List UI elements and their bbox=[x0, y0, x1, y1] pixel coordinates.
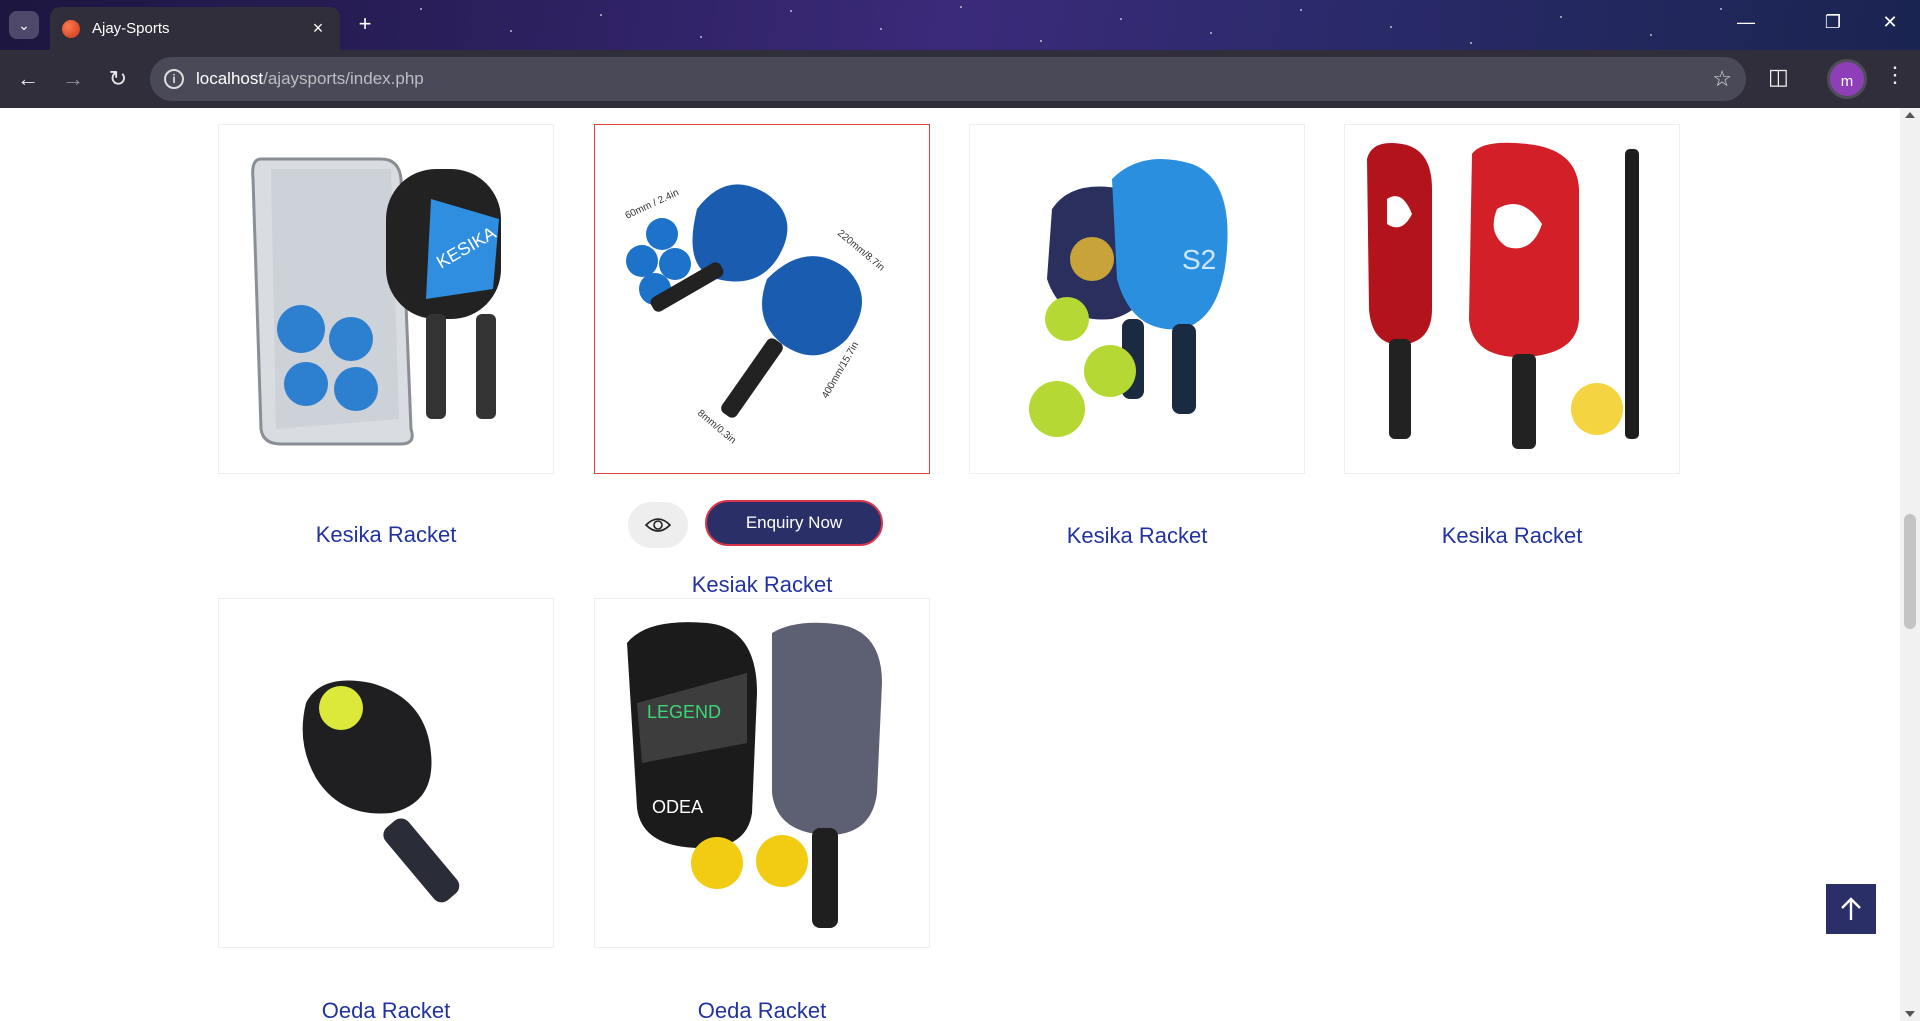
browser-tab-active[interactable]: Ajay-Sports × bbox=[50, 7, 340, 50]
svg-text:60mm / 2.4in: 60mm / 2.4in bbox=[624, 187, 681, 221]
scroll-down-arrow-icon[interactable] bbox=[1905, 1011, 1915, 1017]
minimize-icon: — bbox=[1737, 12, 1755, 32]
restore-button[interactable]: ❐ bbox=[1813, 12, 1853, 33]
reload-icon: ↻ bbox=[108, 66, 128, 91]
kesika-racket-set-image: KESIKA bbox=[251, 157, 501, 446]
profile-avatar[interactable]: m bbox=[1827, 59, 1867, 99]
product-card[interactable]: KESIKA bbox=[218, 124, 554, 474]
product-card[interactable] bbox=[218, 598, 554, 948]
scroll-up-arrow-icon[interactable] bbox=[1905, 112, 1915, 118]
blue-racket-image: S2 bbox=[1029, 159, 1228, 437]
close-icon[interactable]: × bbox=[308, 18, 328, 39]
product-name[interactable]: Kesika Racket bbox=[1344, 523, 1680, 549]
restore-icon: ❐ bbox=[1824, 12, 1842, 32]
close-window-button[interactable]: ✕ bbox=[1870, 12, 1910, 33]
tab-search-button[interactable]: ⌄ bbox=[9, 11, 39, 39]
info-icon[interactable]: i bbox=[164, 69, 184, 89]
address-url[interactable]: localhost/ajaysports/index.php bbox=[196, 69, 424, 89]
legend-racket-image: LEGEND ODEA bbox=[627, 622, 882, 928]
product-card[interactable]: LEGEND ODEA bbox=[594, 598, 930, 948]
product-card[interactable]: S2 bbox=[969, 124, 1305, 474]
back-button[interactable]: ← bbox=[13, 66, 43, 92]
url-host: localhost bbox=[196, 69, 264, 88]
back-arrow-icon: ← bbox=[17, 66, 39, 91]
reload-button[interactable]: ↻ bbox=[103, 66, 133, 92]
star-icon[interactable]: ☆ bbox=[1712, 66, 1732, 92]
vertical-scrollbar[interactable] bbox=[1900, 108, 1920, 1021]
plus-icon: + bbox=[358, 11, 372, 36]
product-card[interactable] bbox=[1344, 124, 1680, 474]
page-viewport: KESIKA Kesika Racket 60mm / 2.4in 220mm/… bbox=[0, 108, 1900, 1021]
product-card-hovered[interactable]: 60mm / 2.4in 220mm/8.7in 400mm/15.7in 8m… bbox=[594, 124, 930, 474]
product-name[interactable]: Oeda Racket bbox=[594, 998, 930, 1021]
eye-icon bbox=[645, 518, 671, 532]
product-name[interactable]: Oeda Racket bbox=[218, 998, 554, 1021]
svg-text:ODEA: ODEA bbox=[652, 797, 703, 817]
new-tab-button[interactable]: + bbox=[352, 11, 378, 37]
red-xspak-racket-image bbox=[1367, 142, 1639, 449]
kesika-racket-dimensions-image: 60mm / 2.4in 220mm/8.7in 400mm/15.7in 8m… bbox=[624, 184, 886, 446]
address-bar[interactable]: i localhost/ajaysports/index.php ☆ bbox=[150, 57, 1746, 101]
arrow-up-icon bbox=[1841, 897, 1861, 920]
product-name[interactable]: Kesiak Racket bbox=[594, 572, 930, 598]
tab-title: Ajay-Sports bbox=[92, 20, 170, 37]
scrollbar-thumb[interactable] bbox=[1904, 514, 1916, 629]
product-name[interactable]: Kesika Racket bbox=[969, 523, 1305, 549]
basketball-favicon-icon bbox=[62, 19, 80, 38]
url-path: /ajaysports/index.php bbox=[263, 69, 424, 88]
back-to-top-button[interactable] bbox=[1826, 884, 1876, 934]
svg-text:S2: S2 bbox=[1182, 244, 1216, 275]
browser-tab-strip: ⌄ Ajay-Sports × + — ❐ ✕ bbox=[0, 0, 1920, 50]
browser-toolbar: ← → ↻ i localhost/ajaysports/index.php ☆ bbox=[0, 50, 1920, 108]
minimize-button[interactable]: — bbox=[1726, 12, 1766, 33]
forward-button[interactable]: → bbox=[58, 66, 88, 92]
product-name[interactable]: Kesika Racket bbox=[218, 522, 554, 548]
puzzle-icon[interactable]: ◫ bbox=[1768, 64, 1789, 90]
kebab-menu-icon[interactable]: ⋮ bbox=[1884, 62, 1906, 88]
black-racket-image bbox=[302, 680, 460, 903]
forward-arrow-icon: → bbox=[62, 66, 84, 91]
chevron-down-icon: ⌄ bbox=[18, 16, 30, 33]
svg-text:LEGEND: LEGEND bbox=[647, 702, 721, 722]
close-icon: ✕ bbox=[1882, 12, 1898, 32]
enquiry-now-button[interactable]: Enquiry Now bbox=[705, 500, 883, 546]
quick-view-button[interactable] bbox=[628, 502, 688, 548]
